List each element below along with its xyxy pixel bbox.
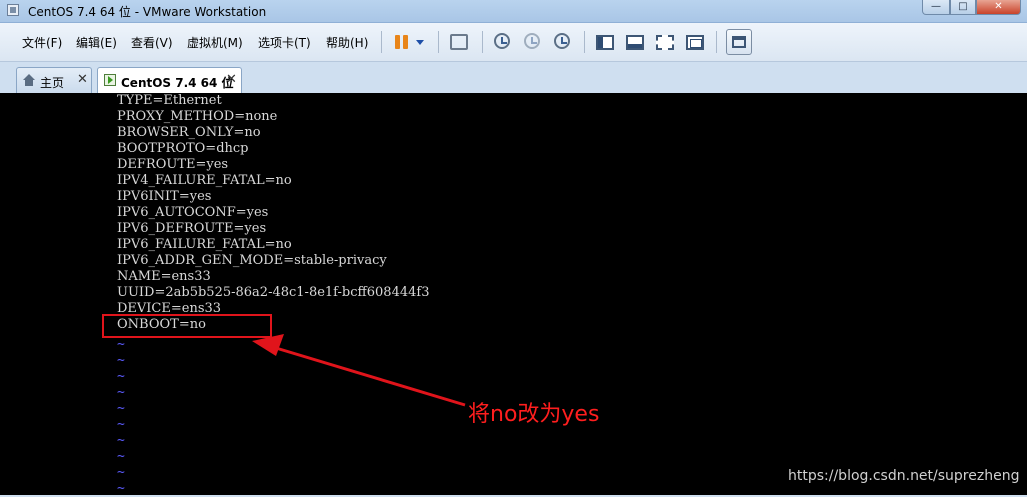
- close-icon[interactable]: ✕: [77, 72, 88, 87]
- menu-file[interactable]: 文件(F): [22, 34, 62, 51]
- tab-home-label: 主页: [40, 76, 65, 90]
- highlight-box: [102, 314, 272, 338]
- toolbar-separator: [482, 31, 483, 53]
- menu-view[interactable]: 查看(V): [131, 34, 173, 51]
- home-icon: [23, 74, 35, 86]
- snapshot-icon[interactable]: [494, 33, 510, 49]
- menu-toolbar: 文件(F) 编辑(E) 查看(V) 虚拟机(M) 选项卡(T) 帮助(H): [0, 23, 1027, 62]
- snapshot-manager-icon[interactable]: [554, 33, 570, 49]
- watermark: https://blog.csdn.net/suprezheng: [788, 468, 1020, 484]
- vmware-app-icon: [7, 4, 19, 16]
- terminal-line: NAME=ens33: [117, 269, 211, 284]
- file-content: TYPE=Ethernet PROXY_METHOD=none BROWSER_ON…: [117, 93, 429, 333]
- terminal-line: IPV6_ADDR_GEN_MODE=stable-privacy: [117, 253, 387, 268]
- toolbar-separator: [716, 31, 717, 53]
- pause-icon[interactable]: [392, 32, 412, 52]
- close-button[interactable]: ✕: [976, 0, 1021, 15]
- tilde-marker: ~: [117, 401, 125, 416]
- menu-help[interactable]: 帮助(H): [326, 34, 368, 51]
- minimize-button[interactable]: —: [922, 0, 950, 15]
- tab-home[interactable]: 主页 ✕: [16, 67, 92, 93]
- maximize-button[interactable]: □: [950, 0, 976, 15]
- console-view-icon[interactable]: [726, 29, 752, 55]
- fullscreen-icon[interactable]: [656, 35, 674, 50]
- empty-line-markers: ~ ~ ~ ~ ~ ~ ~ ~ ~ ~: [117, 337, 125, 497]
- vm-icon: [104, 74, 116, 86]
- menu-vm[interactable]: 虚拟机(M): [187, 34, 243, 51]
- window-title: CentOS 7.4 64 位 - VMware Workstation: [28, 5, 267, 19]
- tilde-marker: ~: [117, 417, 125, 432]
- terminal-line: BOOTPROTO=dhcp: [117, 141, 249, 156]
- tilde-marker: ~: [117, 449, 125, 464]
- send-ctrl-alt-del-icon[interactable]: [450, 34, 468, 50]
- tab-strip: 主页 ✕ CentOS 7.4 64 位 ✕: [0, 62, 1027, 94]
- terminal-line: UUID=2ab5b525-86a2-48c1-8e1f-bcff608444f…: [117, 285, 430, 300]
- revert-snapshot-icon[interactable]: [524, 33, 540, 49]
- terminal-line: DEFROUTE=yes: [117, 157, 229, 172]
- terminal-line: IPV6INIT=yes: [117, 189, 212, 204]
- terminal-line: IPV4_FAILURE_FATAL=no: [117, 173, 292, 188]
- tilde-marker: ~: [117, 337, 125, 352]
- terminal-line: IPV6_AUTOCONF=yes: [117, 205, 269, 220]
- thumbnail-view-icon[interactable]: [626, 35, 644, 50]
- menu-tabs[interactable]: 选项卡(T): [258, 34, 311, 51]
- toolbar-separator: [584, 31, 585, 53]
- terminal-line: PROXY_METHOD=none: [117, 109, 278, 124]
- toolbar-separator: [438, 31, 439, 53]
- tilde-marker: ~: [117, 385, 125, 400]
- terminal-line: TYPE=Ethernet: [117, 93, 222, 108]
- tilde-marker: ~: [117, 369, 125, 384]
- close-icon[interactable]: ✕: [226, 72, 237, 87]
- annotation-note: 将no改为yes: [468, 402, 600, 427]
- menu-edit[interactable]: 编辑(E): [76, 34, 117, 51]
- tilde-marker: ~: [117, 465, 125, 480]
- tilde-marker: ~: [117, 433, 125, 448]
- terminal-line: IPV6_DEFROUTE=yes: [117, 221, 267, 236]
- title-bar: CentOS 7.4 64 位 - VMware Workstation — □…: [0, 0, 1027, 23]
- tab-centos[interactable]: CentOS 7.4 64 位 ✕: [97, 67, 242, 94]
- toolbar-separator: [381, 31, 382, 53]
- vm-console[interactable]: TYPE=Ethernet PROXY_METHOD=none BROWSER_ON…: [0, 93, 1027, 497]
- tab-centos-label: CentOS 7.4 64 位: [121, 76, 234, 90]
- tilde-marker: ~: [117, 353, 125, 368]
- terminal-line: BROWSER_ONLY=no: [117, 125, 261, 140]
- sidebar-view-icon[interactable]: [596, 35, 614, 50]
- terminal-line: IPV6_FAILURE_FATAL=no: [117, 237, 292, 252]
- chevron-down-icon[interactable]: [414, 32, 426, 52]
- unity-view-icon[interactable]: [686, 35, 704, 50]
